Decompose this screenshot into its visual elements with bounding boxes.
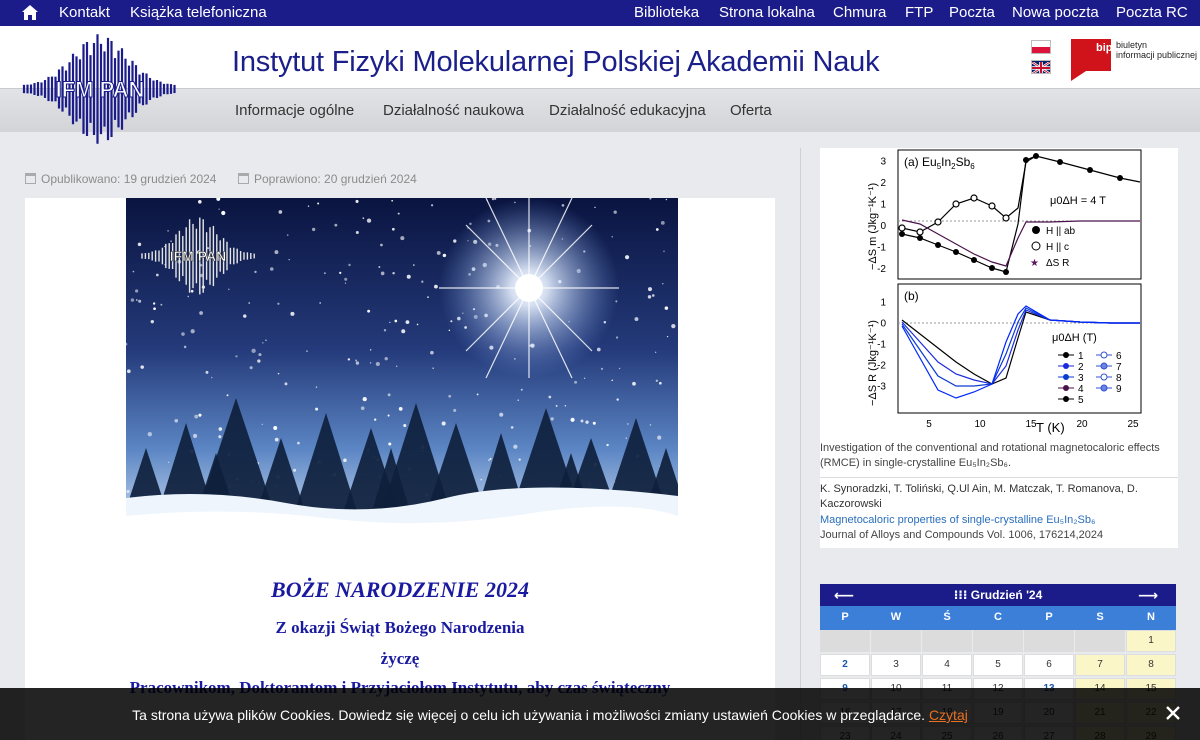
close-icon[interactable]	[1162, 702, 1184, 724]
caption-rule	[820, 477, 1178, 478]
ifm-pan-logo[interactable]: IFM PAN	[18, 34, 182, 144]
svg-text:20: 20	[1076, 419, 1088, 430]
calendar-day[interactable]: 8	[1126, 654, 1176, 676]
svg-text:7: 7	[1116, 362, 1122, 373]
calendar-day	[1024, 630, 1074, 652]
calendar-day[interactable]: 3	[871, 654, 921, 676]
calendar-day[interactable]: 5	[973, 654, 1023, 676]
published-date: Opublikowano: 19 grudzień 2024	[25, 172, 216, 186]
magnetocaloric-figure[interactable]: 3210-1-210-1-2-35 10 15 20 25 (a) Eu5In2Sb6 …	[820, 148, 1148, 438]
svg-text:2: 2	[1078, 362, 1084, 373]
calendar-day	[922, 630, 972, 652]
greeting-line-2: życzę	[380, 649, 420, 668]
svg-text:1: 1	[880, 298, 886, 309]
publication-link[interactable]: Magnetocaloric properties of single-crys…	[820, 514, 1095, 526]
top-link-new-mail[interactable]: Nowa poczta	[1012, 4, 1099, 21]
top-link-kontakt[interactable]: Kontakt	[59, 4, 110, 21]
nav-offer[interactable]: Oferta	[730, 102, 772, 119]
weekday-label: C	[994, 611, 1002, 623]
svg-text:1: 1	[1078, 351, 1084, 362]
svg-text:T (K): T (K)	[1036, 420, 1065, 435]
calendar-day	[1075, 630, 1125, 652]
calendar-day[interactable]: 2	[820, 654, 870, 676]
flag-en-icon[interactable]	[1031, 60, 1051, 74]
svg-text:ΔS R: ΔS R	[1046, 258, 1069, 269]
publication-authors: K. Synoradzki, T. Toliński, Q.Ul Ain, M.…	[820, 483, 1138, 510]
weekday-label: W	[890, 611, 902, 623]
bip-logo[interactable]: bip	[1070, 38, 1112, 82]
top-link-mail[interactable]: Poczta	[949, 4, 995, 21]
calendar-day	[871, 630, 921, 652]
nav-education[interactable]: Działalność edukacyjna	[549, 102, 706, 119]
svg-text:10: 10	[974, 419, 986, 430]
cookie-text: Ta strona używa plików Cookies. Dowiedz …	[132, 707, 968, 723]
svg-text:−ΔS m (Jkg⁻¹K⁻¹): −ΔS m (Jkg⁻¹K⁻¹)	[867, 183, 879, 270]
top-bar: Kontakt Książka telefoniczna Biblioteka …	[0, 0, 1200, 26]
top-link-ftp[interactable]: FTP	[905, 4, 933, 21]
svg-text:(b): (b)	[904, 289, 919, 303]
top-link-local[interactable]: Strona lokalna	[719, 4, 815, 21]
figure-caption: Investigation of the conventional and ro…	[820, 442, 1160, 469]
svg-text:3: 3	[880, 157, 886, 168]
svg-text:−ΔS R (Jkg⁻¹K⁻¹): −ΔS R (Jkg⁻¹K⁻¹)	[867, 320, 879, 406]
weekday-label: P	[1045, 611, 1053, 623]
svg-text:2: 2	[880, 178, 886, 189]
weekday-label: N	[1147, 611, 1155, 623]
calendar-icon	[238, 173, 249, 184]
svg-text:H || c: H || c	[1046, 242, 1069, 253]
calendar-day[interactable]: 6	[1024, 654, 1074, 676]
top-link-library[interactable]: Biblioteka	[634, 4, 699, 21]
site-title[interactable]: Instytut Fizyki Molekularnej Polskiej Ak…	[232, 46, 880, 79]
svg-text:5: 5	[926, 419, 932, 430]
svg-text:4: 4	[1078, 384, 1084, 395]
svg-text:μ0ΔH (T): μ0ΔH (T)	[1052, 332, 1097, 344]
svg-text:6: 6	[1116, 351, 1122, 362]
calendar-day	[973, 630, 1023, 652]
svg-text:★: ★	[1030, 258, 1039, 269]
modified-date: Poprawiono: 20 grudzień 2024	[238, 172, 417, 186]
svg-text:9: 9	[1116, 384, 1122, 395]
calendar-day[interactable]: 1	[1126, 630, 1176, 652]
svg-text:0: 0	[880, 319, 886, 330]
calendar-day[interactable]: 7	[1075, 654, 1125, 676]
cookie-read-link[interactable]: Czytaj	[929, 707, 968, 723]
next-month-arrow-icon[interactable]: ⟶	[1138, 587, 1158, 604]
top-link-cloud[interactable]: Chmura	[833, 4, 886, 21]
flag-pl-icon[interactable]	[1031, 40, 1051, 54]
sidebar-divider	[800, 148, 801, 740]
calendar-day	[820, 630, 870, 652]
svg-text:3: 3	[1078, 373, 1084, 384]
svg-text:5: 5	[1078, 395, 1084, 406]
svg-text:H || ab: H || ab	[1046, 226, 1076, 237]
grid-icon: ⁝⁝⁝	[953, 588, 971, 602]
article-heading: BOŻE NARODZENIE 2024	[271, 577, 529, 602]
nav-research[interactable]: Działalność naukowa	[383, 102, 524, 119]
svg-text:25: 25	[1127, 419, 1139, 430]
logo-text: IFM PAN	[56, 77, 145, 102]
calendar-header: ⟵ ⁝⁝⁝ Grudzień '24 ⟶	[820, 584, 1176, 606]
svg-text:μ0ΔH = 4 T: μ0ΔH = 4 T	[1050, 195, 1106, 207]
weekday-label: P	[841, 611, 849, 623]
bip-label[interactable]: biuletyn informacji publicznej	[1116, 40, 1197, 60]
nav-general-info[interactable]: Informacje ogólne	[235, 102, 354, 119]
calendar-icon	[25, 173, 36, 184]
calendar-weekdays: PWŚCPSN	[820, 606, 1176, 630]
top-link-mail-rc[interactable]: Poczta RC	[1116, 4, 1188, 21]
calendar-month[interactable]: ⁝⁝⁝ Grudzień '24	[820, 588, 1176, 602]
weekday-label: Ś	[943, 611, 951, 623]
christmas-image: IFM PAN	[126, 198, 678, 534]
greeting-line-1: Z okazji Świąt Bożego Narodzenia	[275, 618, 525, 637]
svg-text:1: 1	[880, 200, 886, 211]
svg-text:bip: bip	[1096, 42, 1112, 54]
weekday-label: S	[1096, 611, 1104, 623]
top-link-phonebook[interactable]: Książka telefoniczna	[130, 4, 267, 21]
svg-text:IFM PAN: IFM PAN	[170, 248, 227, 264]
cookie-banner: Ta strona używa plików Cookies. Dowiedz …	[0, 688, 1200, 740]
svg-text:8: 8	[1116, 373, 1122, 384]
calendar-day[interactable]: 4	[922, 654, 972, 676]
publication-journal: Journal of Alloys and Compounds Vol. 100…	[820, 529, 1104, 541]
svg-text:0: 0	[880, 221, 886, 232]
home-icon[interactable]	[21, 4, 39, 21]
